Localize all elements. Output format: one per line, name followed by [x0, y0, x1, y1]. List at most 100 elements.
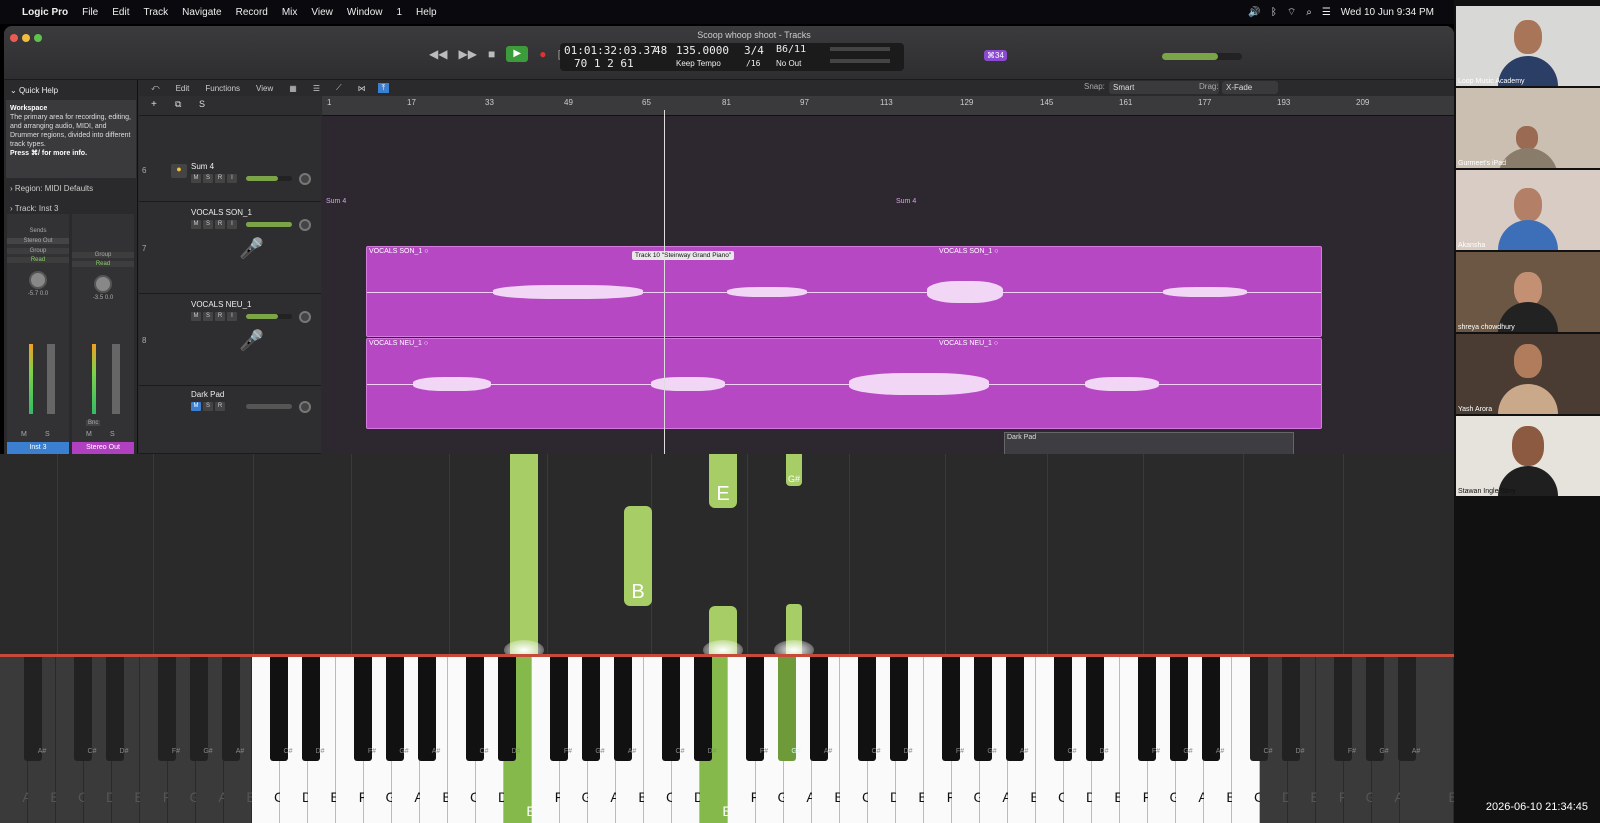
- black-key[interactable]: C#: [1054, 657, 1076, 761]
- black-key[interactable]: G#: [1170, 657, 1193, 761]
- track-pan-knob[interactable]: [299, 219, 311, 231]
- black-key[interactable]: A#: [614, 657, 636, 761]
- black-key[interactable]: C#: [858, 657, 880, 761]
- solo-button[interactable]: S: [203, 402, 213, 411]
- participant-tile[interactable]: Stawan Ingle Stivy: [1456, 416, 1600, 496]
- forward-icon[interactable]: ▶▶: [458, 47, 476, 61]
- black-key[interactable]: A#: [810, 657, 832, 761]
- black-key[interactable]: F#: [158, 657, 180, 761]
- grid-view-icon[interactable]: ▦: [285, 84, 301, 93]
- black-key[interactable]: F#: [1334, 657, 1356, 761]
- black-key[interactable]: C#: [1250, 657, 1272, 761]
- input-monitor-button[interactable]: I: [227, 312, 237, 321]
- catch-icon[interactable]: ⤒: [377, 83, 390, 93]
- count-in-badge[interactable]: ⌘34: [984, 50, 1007, 61]
- zoom-window-button[interactable]: [34, 34, 42, 42]
- audio-region-vocals-son[interactable]: VOCALS SON_1 ○ VOCALS SON_1 ○: [366, 246, 1322, 337]
- black-key[interactable]: D#: [106, 657, 128, 761]
- region-label[interactable]: Sum 4: [896, 198, 916, 205]
- black-key[interactable]: A#: [418, 657, 440, 761]
- close-window-button[interactable]: [10, 34, 18, 42]
- track-pan-knob[interactable]: [299, 173, 311, 185]
- arrange-area[interactable]: Sum 4 Sum 4 VOCALS SON_1 ○ VOCALS SON_1 …: [322, 116, 1454, 454]
- black-key[interactable]: A#: [1202, 657, 1224, 761]
- automation-read[interactable]: Read: [7, 257, 69, 263]
- mute-button[interactable]: M: [191, 174, 201, 183]
- black-key[interactable]: G#: [1366, 657, 1389, 761]
- black-key[interactable]: D#: [694, 657, 716, 761]
- back-icon[interactable]: ⤺: [147, 83, 164, 93]
- wifi-icon[interactable]: ⌔: [1287, 6, 1296, 19]
- bluetooth-icon[interactable]: ᛒ: [1271, 7, 1277, 18]
- menu-view[interactable]: View: [311, 7, 333, 18]
- region-label[interactable]: Sum 4: [326, 198, 346, 205]
- functions-menu[interactable]: Functions: [201, 84, 244, 93]
- region-inspector[interactable]: › Region: MIDI Defaults: [10, 184, 93, 193]
- track-pan-knob[interactable]: [299, 401, 311, 413]
- volume-icon[interactable]: 🔊: [1248, 7, 1260, 18]
- black-key[interactable]: C#: [270, 657, 292, 761]
- participant-tile[interactable]: shreya chowdhury: [1456, 252, 1600, 332]
- menubar-clock[interactable]: Wed 10 Jun 9:34 PM: [1341, 7, 1434, 18]
- black-key[interactable]: A#: [222, 657, 244, 761]
- add-track-icon[interactable]: +: [151, 99, 157, 110]
- participant-tile[interactable]: Akansha: [1456, 170, 1600, 250]
- solo-button[interactable]: S: [45, 431, 50, 438]
- edit-menu[interactable]: Edit: [172, 84, 194, 93]
- black-key[interactable]: D#: [498, 657, 520, 761]
- list-view-icon[interactable]: ☰: [309, 84, 324, 93]
- play-button[interactable]: ▶: [506, 46, 529, 62]
- participant-tile[interactable]: Loop Music Academy: [1456, 6, 1600, 86]
- view-menu[interactable]: View: [252, 84, 277, 93]
- duplicate-track-icon[interactable]: ⧉: [175, 99, 181, 110]
- black-key[interactable]: F#: [550, 657, 572, 761]
- bounce-button[interactable]: Bnc: [86, 420, 101, 426]
- volume-fader[interactable]: [112, 344, 120, 414]
- group-slot[interactable]: Group: [72, 252, 134, 258]
- record-enable-button[interactable]: R: [215, 402, 225, 411]
- rewind-icon[interactable]: ◀◀: [429, 47, 447, 61]
- piano-keyboard[interactable]: A B C D E F G A B C D E F G A B C D E F …: [0, 657, 1458, 823]
- record-enable-button[interactable]: R: [215, 312, 225, 321]
- bulb-icon[interactable]: ●: [171, 164, 187, 178]
- group-slot[interactable]: Group: [7, 248, 69, 254]
- midi-region-dark-pad[interactable]: Dark Pad: [1004, 432, 1294, 454]
- menu-navigate[interactable]: Navigate: [182, 7, 221, 18]
- participant-tile[interactable]: Gurmeet's iPad: [1456, 88, 1600, 168]
- playhead[interactable]: [664, 110, 665, 454]
- stop-icon[interactable]: ■: [488, 47, 495, 61]
- record-enable-button[interactable]: R: [215, 174, 225, 183]
- volume-fader[interactable]: [47, 344, 55, 414]
- input-monitor-button[interactable]: I: [227, 174, 237, 183]
- track-vocals-son[interactable]: 7 VOCALS SON_1 MSRI 🎤: [139, 202, 321, 294]
- track-volume-slider[interactable]: [246, 222, 292, 227]
- black-key[interactable]: F#: [746, 657, 768, 761]
- black-key[interactable]: G#: [582, 657, 605, 761]
- black-key[interactable]: A#: [1398, 657, 1420, 761]
- participant-tile[interactable]: Yash Arora: [1456, 334, 1600, 414]
- black-key[interactable]: C#: [662, 657, 684, 761]
- pan-knob[interactable]: [94, 275, 112, 293]
- minimize-window-button[interactable]: [22, 34, 30, 42]
- input-monitor-button[interactable]: I: [227, 220, 237, 229]
- quick-help-header[interactable]: ⌄ Quick Help: [10, 86, 58, 95]
- track-pan-knob[interactable]: [299, 311, 311, 323]
- menu-record[interactable]: Record: [236, 7, 268, 18]
- control-center-icon[interactable]: ☰: [1322, 7, 1331, 18]
- menu-help[interactable]: Help: [416, 7, 437, 18]
- menu-logic-pro[interactable]: Logic Pro: [22, 7, 68, 18]
- search-icon[interactable]: ⌕: [1306, 7, 1312, 18]
- track-volume-slider[interactable]: [246, 404, 292, 409]
- mute-button[interactable]: M: [191, 312, 201, 321]
- menu-1[interactable]: 1: [396, 7, 402, 18]
- black-key[interactable]: D#: [890, 657, 912, 761]
- track-vocals-neu[interactable]: 8 VOCALS NEU_1 MSRI 🎤: [139, 294, 321, 386]
- track-dark-pad[interactable]: Dark Pad MSR: [139, 386, 321, 454]
- black-key[interactable]: G#: [974, 657, 997, 761]
- drag-select[interactable]: X-Fade: [1222, 81, 1278, 94]
- global-solo-button[interactable]: S: [199, 99, 205, 109]
- menu-track[interactable]: Track: [143, 7, 168, 18]
- black-key[interactable]: F#: [1138, 657, 1160, 761]
- record-button[interactable]: ●: [539, 47, 546, 61]
- sends-label[interactable]: Sends: [7, 228, 69, 234]
